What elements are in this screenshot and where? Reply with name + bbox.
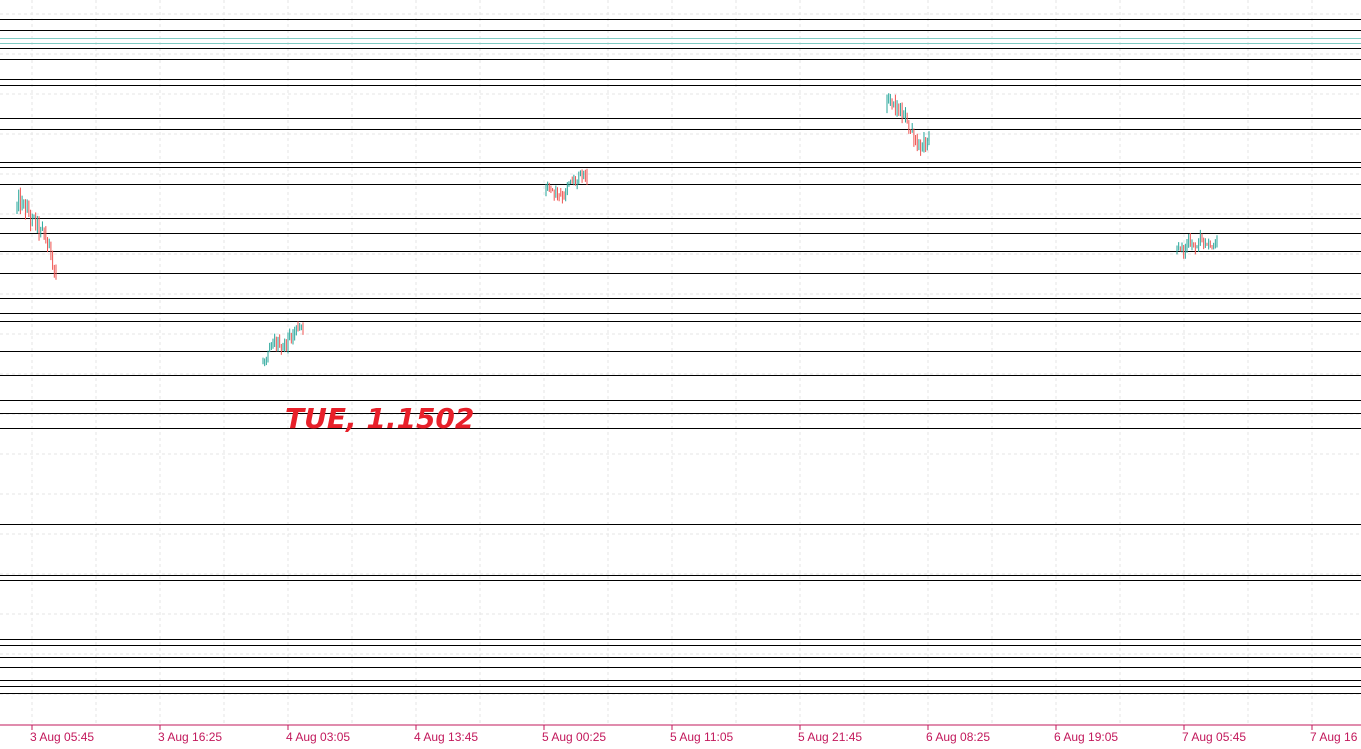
x-tick-label: 5 Aug 00:25	[542, 730, 606, 744]
horizontal-levels	[0, 19, 1361, 694]
chart-area[interactable]: 3 Aug 05:45 3 Aug 16:25 4 Aug 03:05 4 Aug 1…	[0, 0, 1361, 749]
x-tick-label: 4 Aug 03:05	[286, 730, 350, 744]
x-tick-label: 3 Aug 16:25	[158, 730, 222, 744]
x-tick-label: 7 Aug 05:45	[1182, 730, 1246, 744]
grid	[0, 0, 1361, 725]
x-tick-label: 6 Aug 19:05	[1054, 730, 1118, 744]
candles	[16, 93, 1218, 367]
x-tick-label: 6 Aug 08:25	[926, 730, 990, 744]
candle-session	[262, 321, 304, 367]
x-tick-label: 5 Aug 11:05	[670, 730, 733, 744]
x-tick-label: 4 Aug 13:45	[414, 730, 478, 744]
price-annotation: TUE, 1.1502	[285, 402, 474, 435]
time-axis: 3 Aug 05:45 3 Aug 16:25 4 Aug 03:05 4 Aug 1…	[0, 724, 1361, 744]
candle-session	[886, 93, 930, 156]
price-chart[interactable]: 3 Aug 05:45 3 Aug 16:25 4 Aug 03:05 4 Aug 1…	[0, 0, 1361, 749]
x-tick-label: 5 Aug 21:45	[798, 730, 862, 744]
x-tick-label: 7 Aug 16	[1310, 730, 1358, 744]
x-tick-label: 3 Aug 05:45	[30, 730, 94, 744]
